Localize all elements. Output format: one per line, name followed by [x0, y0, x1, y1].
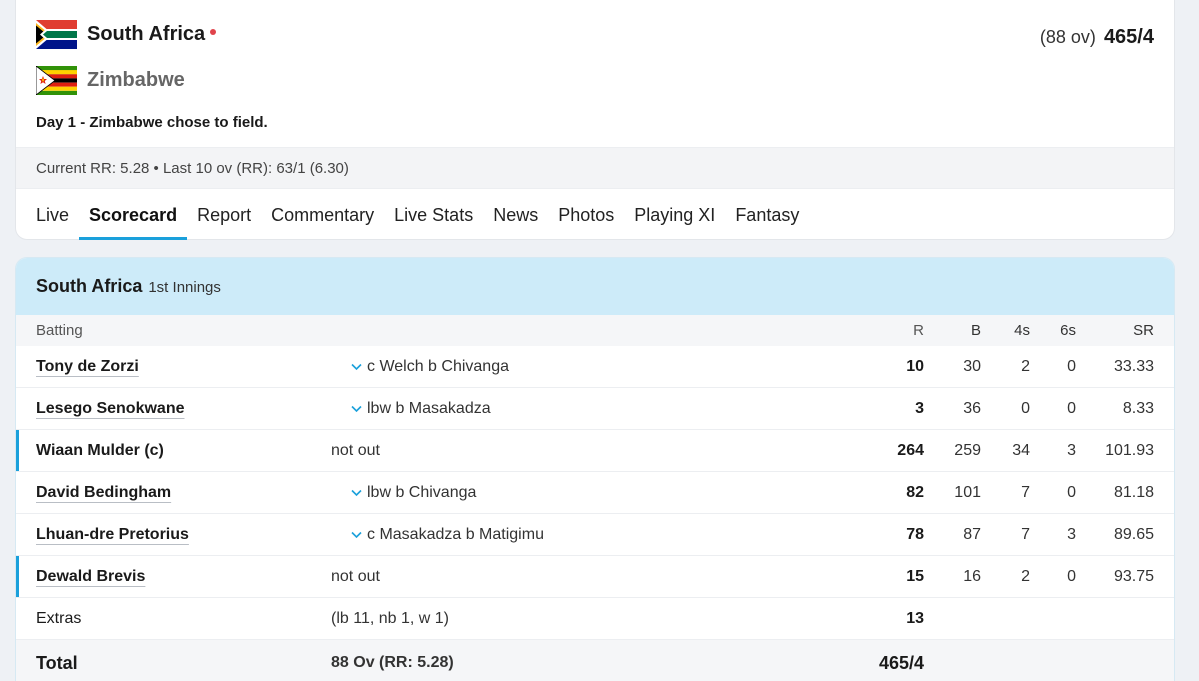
scorecard-card: South Africa 1st Innings Batting R B 4s …: [15, 257, 1175, 681]
batter-sixes: 0: [1067, 357, 1076, 375]
batter-row-not-out: Wiaan Mulder (c) not out 264 259 34 3 10…: [16, 430, 1174, 472]
total-detail: 88 Ov (RR: 5.28): [331, 654, 454, 671]
chevron-down-icon: [351, 405, 362, 412]
match-header-card: South Africa (88 ov) 465/4 Zimbabwe Day …: [15, 0, 1175, 240]
batter-fours: 34: [1012, 441, 1030, 459]
team1-overs: (88 ov): [1039, 27, 1096, 47]
chevron-down-icon: [351, 363, 362, 370]
dismissal-toggle[interactable]: c Masakadza b Matigimu: [347, 514, 544, 555]
batter-name[interactable]: Lesego Senokwane: [36, 388, 185, 429]
extras-row: Extras (lb 11, nb 1, w 1) 13: [16, 598, 1174, 640]
col-fours: 4s: [1014, 322, 1030, 339]
batter-sixes: 0: [1067, 483, 1076, 501]
extras-label: Extras: [36, 609, 82, 627]
batter-row: Tony de Zorzi c Welch b Chivanga 10 30 2…: [16, 346, 1174, 388]
chevron-down-icon: [351, 531, 362, 538]
batter-strike-rate: 33.33: [1113, 357, 1154, 375]
batter-name[interactable]: Lhuan-dre Pretorius: [36, 514, 189, 555]
batter-runs: 10: [906, 357, 924, 375]
col-strike-rate: SR: [1133, 322, 1154, 339]
team1-name[interactable]: South Africa: [87, 23, 205, 46]
batter-row: Lhuan-dre Pretorius c Masakadza b Matigi…: [16, 514, 1174, 556]
dismissal-text: c Masakadza b Matigimu: [367, 525, 544, 543]
tab-photos[interactable]: Photos: [558, 190, 614, 240]
tab-live-stats[interactable]: Live Stats: [394, 190, 473, 240]
batter-name[interactable]: Tony de Zorzi: [36, 346, 139, 387]
dismissal-toggle[interactable]: c Welch b Chivanga: [347, 346, 509, 387]
batter-balls: 87: [963, 525, 981, 543]
col-runs: R: [913, 322, 924, 339]
batter-row: David Bedingham lbw b Chivanga 82 101 7 …: [16, 472, 1174, 514]
batter-runs: 264: [897, 441, 924, 459]
batter-fours: 7: [1021, 483, 1030, 501]
batter-fours: 2: [1021, 567, 1030, 585]
south-africa-flag-icon: [36, 20, 77, 49]
batter-fours: 7: [1021, 525, 1030, 543]
batter-row: Lesego Senokwane lbw b Masakadza 3 36 0 …: [16, 388, 1174, 430]
batter-runs: 3: [915, 399, 924, 417]
run-rate-bar: Current RR: 5.28 • Last 10 ov (RR): 63/1…: [16, 147, 1174, 189]
batter-row-not-out: Dewald Brevis not out 15 16 2 0 93.75: [16, 556, 1174, 598]
innings-header: South Africa 1st Innings: [16, 258, 1174, 315]
total-row: Total 88 Ov (RR: 5.28) 465/4: [16, 640, 1174, 681]
batter-sixes: 0: [1067, 399, 1076, 417]
dismissal-text: c Welch b Chivanga: [367, 357, 509, 375]
dismissal-text: not out: [331, 567, 380, 585]
dismissal-text: lbw b Chivanga: [367, 483, 477, 501]
batter-name[interactable]: David Bedingham: [36, 472, 171, 513]
batter-name[interactable]: Dewald Brevis: [36, 556, 145, 597]
chevron-down-icon: [351, 489, 362, 496]
batter-balls: 101: [954, 483, 981, 501]
batter-strike-rate: 93.75: [1113, 567, 1154, 585]
batter-runs: 78: [906, 525, 924, 543]
dismissal-text: not out: [331, 441, 380, 459]
extras-detail: (lb 11, nb 1, w 1): [331, 609, 449, 627]
batter-balls: 36: [963, 399, 981, 417]
tab-news[interactable]: News: [493, 190, 538, 240]
extras-value: 13: [906, 609, 924, 627]
run-rate-text: Current RR: 5.28 • Last 10 ov (RR): 63/1…: [36, 159, 349, 177]
tab-live[interactable]: Live: [36, 190, 69, 240]
batter-sixes: 3: [1067, 441, 1076, 459]
batter-strike-rate: 101.93: [1105, 441, 1154, 459]
batter-sixes: 3: [1067, 525, 1076, 543]
live-indicator-dot: [210, 28, 217, 35]
total-value: 465/4: [878, 652, 924, 673]
batter-balls: 16: [963, 567, 981, 585]
tab-report[interactable]: Report: [197, 190, 251, 240]
dismissal-toggle[interactable]: lbw b Chivanga: [347, 472, 476, 513]
batter-strike-rate: 89.65: [1113, 525, 1154, 543]
col-sixes: 6s: [1060, 322, 1076, 339]
team2-name[interactable]: Zimbabwe: [87, 69, 185, 92]
batter-fours: 2: [1021, 357, 1030, 375]
batter-sixes: 0: [1067, 567, 1076, 585]
innings-label: 1st Innings: [148, 279, 221, 296]
batter-strike-rate: 81.18: [1113, 483, 1154, 501]
batter-strike-rate: 8.33: [1122, 399, 1154, 417]
team-row-south-africa: South Africa: [36, 20, 217, 49]
dismissal-toggle[interactable]: lbw b Masakadza: [347, 388, 491, 429]
col-batting: Batting: [36, 322, 83, 339]
col-balls: B: [970, 322, 981, 339]
batter-balls: 30: [963, 357, 981, 375]
zimbabwe-flag-icon: [36, 66, 77, 95]
team-row-zimbabwe: Zimbabwe: [36, 66, 185, 95]
batter-fours: 0: [1021, 399, 1030, 417]
dismissal-text: lbw b Masakadza: [367, 399, 491, 417]
tab-playing-xi[interactable]: Playing XI: [634, 190, 715, 240]
batter-balls: 259: [954, 441, 981, 459]
tab-commentary[interactable]: Commentary: [271, 190, 374, 240]
match-status: Day 1 - Zimbabwe chose to field.: [36, 114, 268, 131]
batting-table-header: Batting R B 4s 6s SR: [16, 315, 1174, 346]
batter-runs: 15: [906, 567, 924, 585]
batter-name[interactable]: Wiaan Mulder (c): [36, 430, 164, 471]
match-tabs: Live Scorecard Report Commentary Live St…: [36, 190, 819, 240]
tab-fantasy[interactable]: Fantasy: [735, 190, 799, 240]
innings-team-name: South Africa: [36, 276, 143, 296]
team1-runs: 465/4: [1103, 26, 1154, 48]
tab-scorecard[interactable]: Scorecard: [79, 190, 188, 240]
batter-runs: 82: [906, 483, 924, 501]
team1-score: (88 ov) 465/4: [1040, 26, 1154, 49]
total-label: Total: [36, 652, 78, 673]
